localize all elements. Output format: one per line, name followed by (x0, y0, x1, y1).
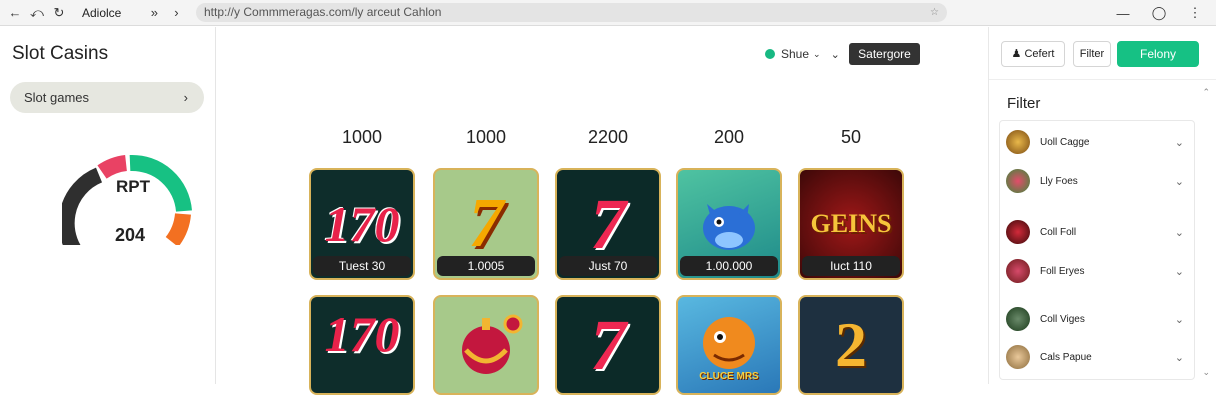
game-caption: 1.00.000 (680, 256, 778, 276)
avatar (1006, 220, 1030, 244)
browser-toolbar: ← ⤺ ↻ Adiolce » › http://y Commmeragas.c… (0, 0, 1216, 26)
avatar (1006, 130, 1030, 154)
chevron-down-icon: ⌄ (1174, 136, 1184, 149)
category-button[interactable]: Satergore (849, 43, 920, 65)
game-value: 1000 (341, 127, 383, 147)
scroll-up-icon[interactable]: ⌃ (1202, 87, 1210, 98)
game-art: 2 (835, 309, 867, 380)
felony-button[interactable]: Felony (1117, 41, 1199, 67)
chevron-down-icon: ⌄ (1174, 351, 1184, 364)
game-caption: 1.0005 (437, 256, 535, 276)
status-dot-icon (765, 49, 775, 59)
game-tile[interactable]: 170 (309, 295, 415, 395)
filter-item[interactable]: Coll Viges ⌄ (1006, 306, 1190, 332)
cefert-label: Cefert (1024, 48, 1055, 60)
avatar (1006, 307, 1030, 331)
slot-games-pill[interactable]: Slot games › (10, 82, 204, 113)
game-tile[interactable]: 7 Just 70 (555, 168, 661, 280)
minimize-icon[interactable]: — (1112, 2, 1134, 24)
avatar (1006, 169, 1030, 193)
back-icon[interactable]: ← (4, 2, 26, 24)
game-grid-area: Shue ⌄ ⌄ Satergore 1000 1000 2200 200 50… (217, 27, 987, 395)
game-value: 2200 (587, 127, 629, 147)
address-bar[interactable]: http://y Commmeragas.com/ly arceut Cahlo… (196, 3, 947, 22)
filter-panel: ♟ Cefert Filter Felony Filter ⌃ ⌄ Uoll C… (988, 27, 1216, 384)
url-text: http://y Commmeragas.com/ly arceut Cahlo… (204, 5, 442, 19)
avatar (1006, 259, 1030, 283)
gauge-red-segment (97, 155, 128, 179)
cefert-button[interactable]: ♟ Cefert (1001, 41, 1065, 67)
game-tile[interactable]: 7 1.0005 (433, 168, 539, 280)
rtp-value: 204 (115, 225, 146, 245)
game-art: CLUCE MRS (699, 370, 759, 382)
game-tile[interactable]: GEINS Iuct 110 (798, 168, 904, 280)
forward-icon[interactable]: ⤺ (26, 2, 48, 24)
info-icon[interactable]: ◯ (1148, 2, 1170, 24)
filter-item[interactable]: Cals Papue ⌄ (1006, 344, 1190, 370)
game-tile[interactable]: 7 (555, 295, 661, 395)
game-tile[interactable]: 1.00.000 (676, 168, 782, 280)
filter-item-label: Coll Viges (1040, 313, 1085, 325)
game-tile[interactable] (433, 295, 539, 395)
double-chevron-icon[interactable]: » (143, 2, 165, 24)
chevron-down-icon: ⌄ (1174, 226, 1184, 239)
shoe-label: Shue (781, 47, 810, 61)
slot-games-label: Slot games (24, 90, 90, 105)
filter-item[interactable]: Lly Foes ⌄ (1006, 168, 1190, 194)
shoe-dropdown[interactable]: Shue ⌄ ⌄ (765, 47, 840, 61)
gauge-orange-segment (165, 212, 191, 245)
filter-button[interactable]: Filter (1073, 41, 1111, 67)
scroll-down-icon[interactable]: ⌄ (1202, 367, 1210, 378)
tab-title[interactable]: Adiolce (82, 6, 121, 20)
filter-item[interactable]: Foll Eryes ⌄ (1006, 258, 1190, 284)
chevron-down-icon: ⌄ (813, 48, 821, 59)
filter-item[interactable]: Uoll Cagge ⌄ (1006, 129, 1190, 155)
game-caption: Just 70 (559, 256, 657, 276)
reload-icon[interactable]: ↻ (48, 2, 70, 24)
bookmark-icon[interactable]: ☆ (930, 3, 939, 22)
game-value: 200 (713, 127, 745, 147)
rtp-label: RPT (116, 177, 150, 196)
user-icon: ♟ (1011, 48, 1022, 60)
filter-item[interactable]: Coll Foll ⌄ (1006, 219, 1190, 245)
game-art: 7 (590, 304, 626, 385)
orange-creature-icon: CLUCE MRS (678, 297, 780, 393)
page-title: Slot Casins (12, 43, 109, 64)
filter-item-label: Uoll Cagge (1040, 136, 1090, 148)
chevron-down-icon: ⌄ (830, 48, 840, 61)
divider (989, 79, 1216, 80)
game-caption: Iuct 110 (802, 256, 900, 276)
chevron-down-icon: ⌄ (1174, 265, 1184, 278)
filter-item-label: Lly Foes (1040, 175, 1078, 187)
chevron-down-icon: ⌄ (1174, 175, 1184, 188)
game-caption: Tuest 30 (313, 256, 411, 276)
filter-item-label: Coll Foll (1040, 226, 1077, 238)
game-tile[interactable]: CLUCE MRS (676, 295, 782, 395)
gauge-dark-segment (62, 167, 103, 245)
filter-list: Uoll Cagge ⌄ Lly Foes ⌄ Coll Foll ⌄ Foll… (999, 120, 1195, 380)
chevron-down-icon: ⌄ (1174, 313, 1184, 326)
game-value: 1000 (465, 127, 507, 147)
game-tile[interactable]: 2 (798, 295, 904, 395)
chevron-right-icon[interactable]: › (165, 2, 187, 24)
avatar (1006, 345, 1030, 369)
filter-title: Filter (1007, 95, 1041, 112)
left-sidebar: Slot Casins Slot games › RPT 204 (0, 27, 216, 384)
more-icon[interactable]: ⋮ (1184, 2, 1206, 24)
chevron-right-icon: › (183, 90, 188, 105)
game-tile[interactable]: 170 Tuest 30 (309, 168, 415, 280)
game-art: 170 (324, 306, 400, 362)
golden-lamp-icon (435, 297, 537, 393)
filter-item-label: Cals Papue (1040, 351, 1092, 363)
filter-item-label: Foll Eryes (1040, 265, 1085, 277)
game-value: 50 (840, 127, 862, 147)
